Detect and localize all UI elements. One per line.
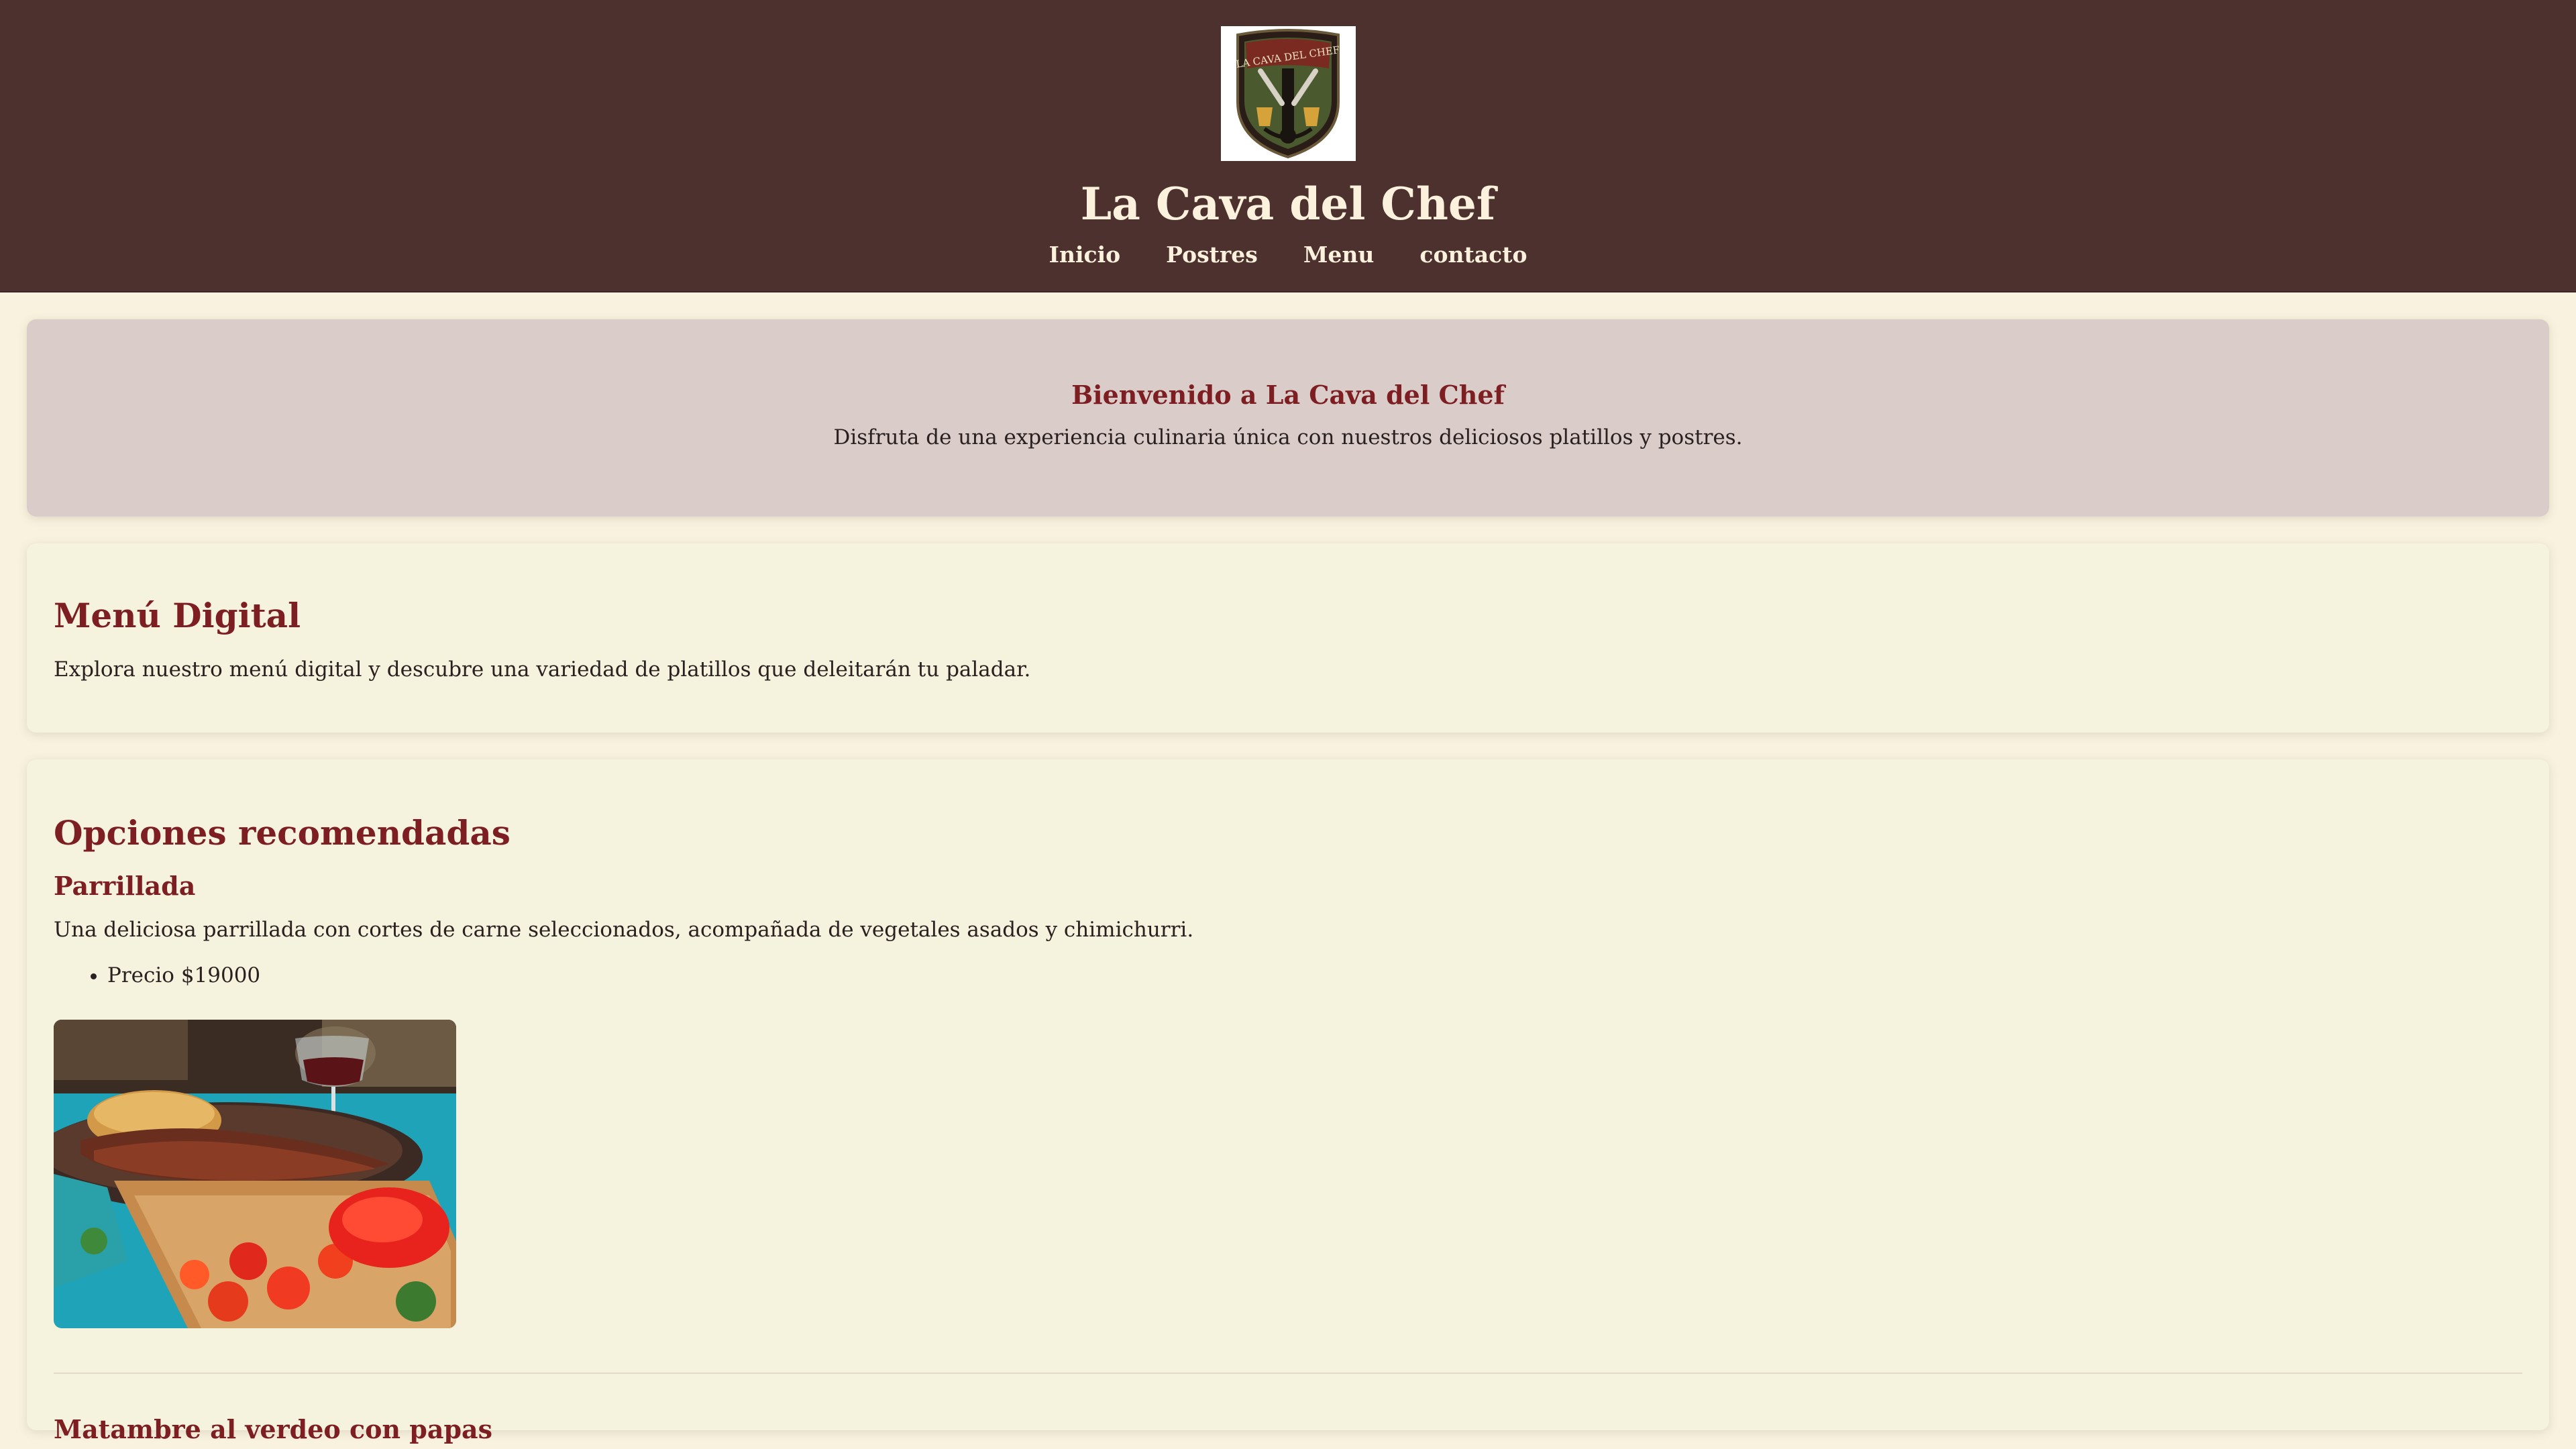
site-title: La Cava del Chef — [1080, 178, 1496, 230]
recommended-title: Opciones recomendadas — [54, 813, 511, 853]
nav-item-inicio[interactable]: Inicio — [1026, 237, 1144, 272]
menu-text: Explora nuestro menú digital y descubre … — [54, 657, 1031, 682]
logo-crest-icon: LA CAVA DEL CHEF — [1235, 28, 1340, 158]
menu-section: Menú Digital Explora nuestro menú digita… — [27, 543, 2549, 733]
logo[interactable]: LA CAVA DEL CHEF — [1220, 26, 1356, 161]
welcome-text: Disfruta de una experiencia culinaria ún… — [833, 425, 1743, 449]
dish-name: Matambre al verdeo con papas — [54, 1414, 493, 1444]
parrillada-photo — [54, 1020, 456, 1328]
site-header: LA CAVA DEL CHEF La Cava del Chef Inicio… — [0, 0, 2576, 292]
dish-details: Precio $19000 — [54, 962, 2522, 989]
divider — [54, 1373, 2522, 1374]
nav-item-postres[interactable]: Postres — [1143, 237, 1281, 272]
dish-price: Precio $19000 — [107, 962, 2522, 989]
dish-description: Una deliciosa parrillada con cortes de c… — [54, 918, 1194, 942]
nav-item-menu[interactable]: Menu — [1281, 237, 1397, 272]
welcome-section: Bienvenido a La Cava del Chef Disfruta d… — [27, 319, 2549, 517]
main-nav: Inicio Postres Menu contacto — [1026, 237, 1550, 272]
nav-item-contacto[interactable]: contacto — [1397, 237, 1550, 272]
menu-title: Menú Digital — [54, 596, 301, 635]
welcome-title: Bienvenido a La Cava del Chef — [1071, 380, 1505, 410]
main-content: Bienvenido a La Cava del Chef Disfruta d… — [0, 292, 2576, 1444]
dish-name: Parrillada — [54, 871, 196, 901]
recommended-section: Opciones recomendadas Parrillada Una del… — [27, 759, 2549, 1444]
